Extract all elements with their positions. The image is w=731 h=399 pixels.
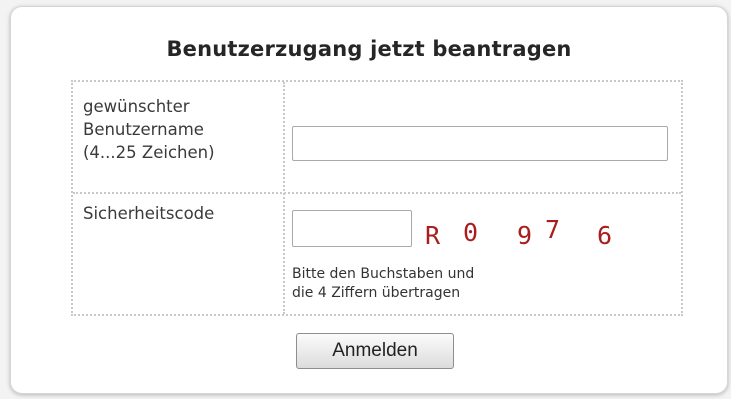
- hint-line: Bitte den Buchstaben und: [292, 266, 475, 282]
- captcha-char: 9: [517, 221, 533, 250]
- form-title: Benutzerzugang jetzt beantragen: [166, 37, 572, 61]
- captcha-image: R 0 9 7 6: [425, 215, 635, 261]
- registration-card: Benutzerzugang jetzt beantragen gewünsch…: [10, 6, 728, 394]
- username-input[interactable]: [292, 126, 668, 161]
- username-label-line: Benutzername: [83, 120, 204, 139]
- username-label-line: (4...25 Zeichen): [83, 143, 215, 162]
- captcha-char: 6: [597, 221, 613, 250]
- username-label: gewünschter Benutzername (4...25 Zeichen…: [83, 95, 215, 164]
- security-code-hint: Bitte den Buchstaben und die 4 Ziffern ü…: [292, 265, 474, 303]
- security-code-label: Sicherheitscode: [83, 202, 214, 225]
- captcha-char: 7: [545, 215, 561, 244]
- captcha-char: 0: [463, 218, 479, 247]
- security-code-input[interactable]: [292, 210, 412, 247]
- captcha-char: R: [425, 221, 441, 250]
- grid-divider-horizontal: [73, 192, 681, 194]
- hint-line: die 4 Ziffern übertragen: [292, 285, 461, 301]
- username-label-line: gewünschter: [83, 97, 190, 116]
- register-button[interactable]: Anmelden: [296, 333, 454, 369]
- security-code-label-text: Sicherheitscode: [83, 204, 215, 223]
- grid-divider-vertical: [283, 82, 285, 314]
- form-grid: gewünschter Benutzername (4...25 Zeichen…: [71, 80, 683, 316]
